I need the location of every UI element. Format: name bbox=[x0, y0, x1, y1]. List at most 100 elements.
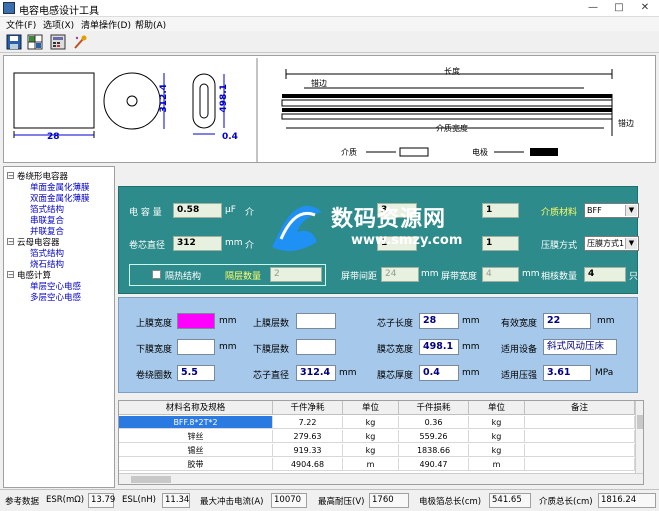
bottom-film-width-unit: mm bbox=[219, 342, 237, 352]
menu-help[interactable]: 帮助(A) bbox=[135, 18, 166, 31]
turns-label: 卷绕圈数 bbox=[136, 371, 173, 381]
core-diameter-unit: mm bbox=[225, 238, 243, 248]
capacitor-params-panel: 电 容 量 0.58 μF 介 卷芯直径 312 mm 介 3 1 1 1 介质… bbox=[118, 186, 639, 294]
table-cell bbox=[525, 444, 635, 457]
shield-width-unit: mm bbox=[522, 269, 540, 279]
status-esl-label: ESL(nH) bbox=[122, 495, 156, 505]
core-length-label: 芯子长度 bbox=[377, 319, 414, 329]
close-button[interactable]: ✕ bbox=[632, 1, 658, 15]
materials-table: 材料名称及规格 千件净耗 单位 千件损耗 单位 备注 BFF.8*2T*2 7.… bbox=[118, 400, 644, 485]
dielectric-select[interactable]: BFF ▼ bbox=[584, 203, 639, 218]
tape-length-label: 长度 bbox=[444, 67, 460, 76]
core-length-input[interactable]: 28 bbox=[419, 313, 459, 329]
tree-node-multi-coil[interactable]: 多层空心电感 bbox=[30, 291, 81, 303]
bottom-layers-label: 下膜层数 bbox=[253, 345, 290, 355]
status-voltage-label: 最高耐压(V) bbox=[318, 497, 365, 507]
bottom-layers-input[interactable] bbox=[296, 339, 336, 355]
tape-width-label: 介质宽度 bbox=[436, 124, 468, 133]
tree-collapse-icon[interactable]: − bbox=[7, 238, 14, 246]
bottom-film-width-label: 下膜宽度 bbox=[136, 345, 173, 355]
phase-count-unit: 只 bbox=[629, 272, 639, 282]
col-header-net: 千件净耗 bbox=[273, 401, 343, 415]
chip-width-input[interactable]: 498.1 bbox=[419, 339, 459, 355]
shield-width-input[interactable]: 4 bbox=[482, 267, 519, 282]
menu-list-ops[interactable]: 清单操作(D) bbox=[81, 18, 131, 31]
table-cell: 胶带 bbox=[119, 458, 273, 471]
partial-label-1: 介 bbox=[245, 208, 255, 218]
table-cell: kg bbox=[343, 444, 399, 457]
core-dia-input[interactable]: 312.4 bbox=[296, 365, 336, 381]
vertical-scrollbar[interactable] bbox=[635, 401, 643, 473]
menu-file[interactable]: 文件(F) bbox=[6, 18, 36, 31]
save-icon[interactable] bbox=[6, 34, 22, 50]
menu-bar: 文件(F) 选项(X) 清单操作(D) 帮助(A) bbox=[0, 17, 659, 31]
status-dielectric-length-label: 介质总长(cm) bbox=[539, 497, 593, 507]
status-ref-label: 参考数据 bbox=[5, 497, 40, 507]
table-cell: 锌丝 bbox=[119, 430, 273, 443]
table-row[interactable]: 锡丝 919.33 kg 1838.66 kg bbox=[119, 444, 635, 457]
chevron-down-icon: ▼ bbox=[625, 238, 637, 249]
magic-wand-icon[interactable] bbox=[72, 34, 88, 50]
toolbar bbox=[0, 31, 659, 53]
minimize-button[interactable]: — bbox=[580, 1, 606, 15]
table-row[interactable]: 胶带 4904.68 m 490.47 m bbox=[119, 458, 635, 471]
scroll-thumb[interactable] bbox=[131, 476, 171, 483]
table-cell: kg bbox=[343, 416, 399, 429]
gap-unit: mm bbox=[421, 269, 439, 279]
watermark-url: www.smzy.com bbox=[351, 233, 463, 248]
top-film-width-unit: mm bbox=[219, 316, 237, 326]
turns-input[interactable]: 5.5 bbox=[177, 365, 215, 381]
app-icon bbox=[3, 2, 15, 14]
gap-label: 屏带间距 bbox=[341, 272, 378, 282]
category-tree: − 卷绕形电容器 单面金属化薄膜 双面金属化薄膜 箔式结构 串联复合 并联复合 … bbox=[3, 166, 115, 488]
dim-diameter: 498.1 bbox=[219, 84, 229, 113]
segments-input[interactable]: 2 bbox=[270, 267, 322, 282]
shield-width-label: 屏带宽度 bbox=[441, 272, 478, 282]
watermark-logo-icon bbox=[267, 197, 327, 257]
status-electrode-length-label: 电极箔总长(cm) bbox=[419, 497, 482, 507]
core-diameter-input[interactable]: 312 bbox=[173, 236, 222, 251]
capacitance-label: 电 容 量 bbox=[129, 208, 162, 218]
status-bar: 参考数据 ESR(mΩ) 13.79 ESL(nH) 11.34 最大冲击电流(… bbox=[0, 489, 659, 511]
phase-count-label: 相核数量 bbox=[541, 272, 578, 282]
status-voltage-value: 1760 bbox=[369, 493, 409, 508]
effective-width-input[interactable]: 22 bbox=[543, 313, 591, 329]
device-input[interactable]: 斜式风动压床 bbox=[543, 339, 617, 355]
tree-collapse-icon[interactable]: − bbox=[7, 172, 14, 180]
table-cell: 0.36 bbox=[399, 416, 469, 429]
table-cell: m bbox=[469, 458, 525, 471]
maximize-button[interactable]: □ bbox=[606, 1, 632, 15]
top-film-width-input[interactable] bbox=[177, 313, 215, 329]
bottom-film-width-input[interactable] bbox=[177, 339, 215, 355]
table-cell: kg bbox=[469, 430, 525, 443]
status-dielectric-length-value: 1816.24 bbox=[598, 493, 656, 508]
table-cell: kg bbox=[469, 416, 525, 429]
table-cell: BFF.8*2T*2 bbox=[119, 416, 273, 429]
insulation-group: 隔热结构 隔层数量 2 bbox=[129, 264, 326, 286]
metal-mode-label: 压膜方式 bbox=[541, 241, 578, 251]
capacitance-input[interactable]: 0.58 bbox=[173, 203, 222, 218]
table-row[interactable]: BFF.8*2T*2 7.22 kg 0.36 kg bbox=[119, 416, 635, 429]
grid-icon[interactable] bbox=[27, 34, 43, 50]
metal-mode-select[interactable]: 压膜方式1 ▼ bbox=[584, 236, 639, 251]
table-row[interactable]: 锌丝 279.63 kg 559.26 kg bbox=[119, 430, 635, 443]
status-esr-label: ESR(mΩ) bbox=[46, 495, 85, 505]
phase-count-input[interactable]: 4 bbox=[584, 267, 626, 282]
col-header-loss: 千件损耗 bbox=[399, 401, 469, 415]
gap-input[interactable]: 24 bbox=[381, 267, 419, 282]
tape-side-label: 错边 bbox=[618, 119, 634, 128]
top-film-width-label: 上膜宽度 bbox=[136, 319, 173, 329]
tree-collapse-icon[interactable]: − bbox=[7, 271, 14, 279]
right-input-1[interactable]: 1 bbox=[482, 203, 519, 218]
right-input-2[interactable]: 1 bbox=[482, 236, 519, 251]
horizontal-scrollbar[interactable] bbox=[119, 473, 643, 484]
capacitance-unit: μF bbox=[225, 205, 236, 215]
segments-label: 隔层数量 bbox=[225, 272, 262, 282]
insulation-checkbox[interactable] bbox=[152, 270, 161, 279]
top-layers-input[interactable] bbox=[296, 313, 336, 329]
calc-icon[interactable] bbox=[50, 34, 66, 50]
pressure-input[interactable]: 3.61 bbox=[543, 365, 591, 381]
scroll-thumb[interactable] bbox=[637, 415, 643, 429]
chip-thickness-input[interactable]: 0.4 bbox=[419, 365, 459, 381]
menu-options[interactable]: 选项(X) bbox=[43, 18, 74, 31]
